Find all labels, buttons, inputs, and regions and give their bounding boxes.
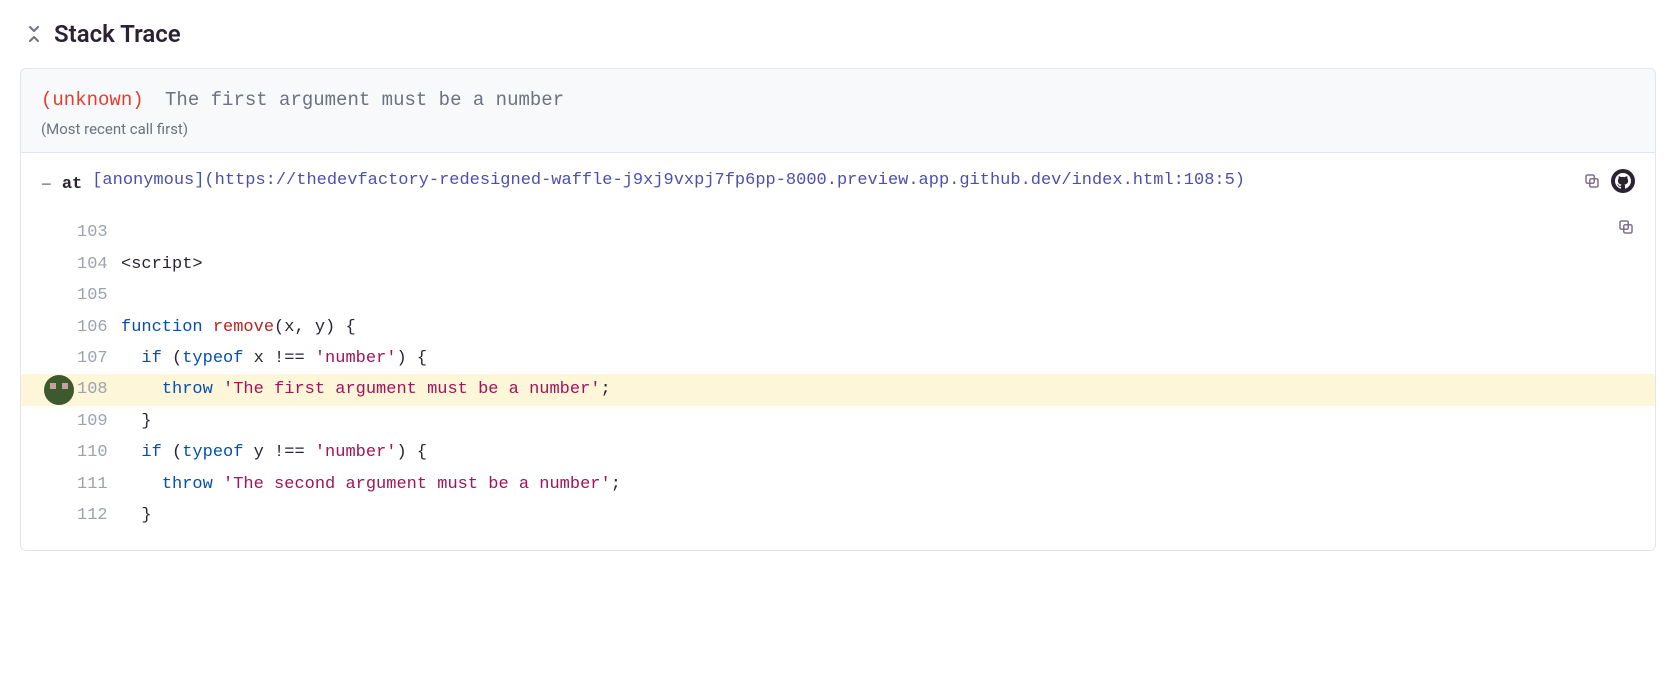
- line-number: 109: [77, 406, 121, 437]
- code-content: }: [121, 500, 152, 531]
- code-line: 109 }: [41, 406, 1635, 437]
- frame-source-link[interactable]: [anonymous](https://thedevfactory-redesi…: [92, 167, 1573, 196]
- copy-code-icon[interactable]: [1617, 217, 1635, 248]
- line-number: 107: [77, 343, 121, 374]
- stack-frame: − at [anonymous](https://thedevfactory-r…: [21, 153, 1655, 550]
- error-summary: (unknown) The first argument must be a n…: [41, 87, 1635, 114]
- code-content: if (typeof y !== 'number') {: [121, 437, 427, 468]
- section-title: Stack Trace: [54, 20, 181, 48]
- line-number: 106: [77, 312, 121, 343]
- code-line: 112 }: [41, 500, 1635, 531]
- code-line: 106function remove(x, y) {: [41, 312, 1635, 343]
- code-block: 103104<script>105106function remove(x, y…: [41, 217, 1635, 531]
- code-content: }: [121, 406, 152, 437]
- code-content: if (typeof x !== 'number') {: [121, 343, 427, 374]
- frame-header: − at [anonymous](https://thedevfactory-r…: [41, 167, 1635, 202]
- code-line: 107 if (typeof x !== 'number') {: [41, 343, 1635, 374]
- line-number: 108: [77, 374, 121, 405]
- line-number: 111: [77, 469, 121, 500]
- code-content: throw 'The second argument must be a num…: [121, 469, 621, 500]
- line-number: 110: [77, 437, 121, 468]
- frame-collapse-toggle[interactable]: −: [41, 171, 52, 202]
- code-line: 111 throw 'The second argument must be a…: [41, 469, 1635, 500]
- line-number: 103: [77, 217, 121, 248]
- copy-icon[interactable]: [1583, 172, 1601, 190]
- blame-avatar-slot: [41, 375, 77, 405]
- code-line: 103: [41, 217, 1635, 248]
- github-icon[interactable]: [1611, 169, 1635, 193]
- code-line: 104<script>: [41, 249, 1635, 280]
- panel-header: (unknown) The first argument must be a n…: [21, 69, 1655, 153]
- code-line: 110 if (typeof y !== 'number') {: [41, 437, 1635, 468]
- error-source: (unknown): [41, 89, 144, 111]
- call-order-note: (Most recent call first): [41, 120, 1635, 138]
- blame-avatar[interactable]: [44, 375, 74, 405]
- frame-actions: [1583, 169, 1635, 193]
- collapse-vertical-icon[interactable]: [26, 24, 42, 44]
- line-number: 112: [77, 500, 121, 531]
- line-number: 104: [77, 249, 121, 280]
- section-header: Stack Trace: [20, 20, 1656, 48]
- code-content: function remove(x, y) {: [121, 312, 356, 343]
- line-number: 105: [77, 280, 121, 311]
- code-line: 108 throw 'The first argument must be a …: [21, 374, 1655, 405]
- at-label: at: [62, 171, 82, 200]
- code-content: <script>: [121, 249, 203, 280]
- stack-trace-panel: (unknown) The first argument must be a n…: [20, 68, 1656, 551]
- error-message: The first argument must be a number: [165, 89, 564, 111]
- code-line: 105: [41, 280, 1635, 311]
- code-content: throw 'The first argument must be a numb…: [121, 374, 611, 405]
